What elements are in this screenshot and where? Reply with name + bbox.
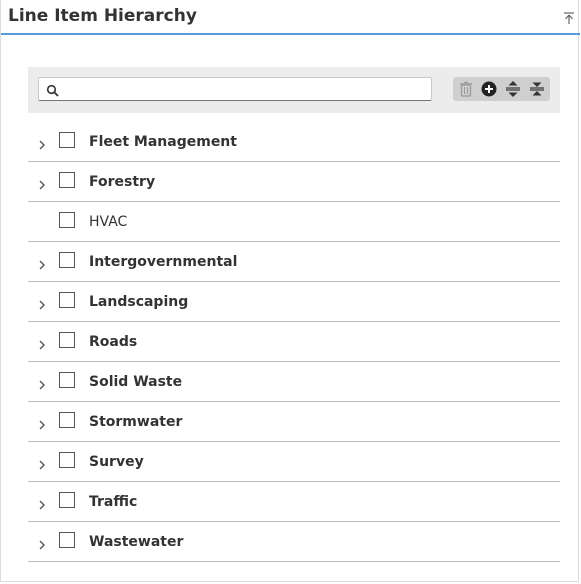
delete-button[interactable] [454, 77, 478, 101]
row-checkbox[interactable] [59, 532, 75, 548]
search-box [38, 77, 432, 101]
panel-header: Line Item Hierarchy [1, 0, 580, 35]
chevron-right-icon[interactable] [37, 176, 47, 190]
tree-row[interactable]: Wastewater [28, 522, 560, 562]
row-label: Stormwater [89, 414, 183, 430]
chevron-right-icon[interactable] [37, 296, 47, 310]
tree-row[interactable]: Forestry [28, 162, 560, 202]
row-checkbox[interactable] [59, 292, 75, 308]
row-label: Landscaping [89, 294, 189, 310]
chevron-right-icon[interactable] [37, 416, 47, 430]
add-button[interactable] [477, 77, 501, 101]
line-item-hierarchy-panel: Line Item Hierarchy Fleet Management For… [0, 0, 580, 582]
panel-title: Line Item Hierarchy [8, 6, 197, 26]
tool-buttons [453, 77, 550, 101]
row-checkbox[interactable] [59, 412, 75, 428]
trash-icon [460, 81, 472, 97]
collapse-all-button[interactable] [525, 77, 549, 101]
chevron-right-icon[interactable] [37, 496, 47, 510]
tree-row[interactable]: Landscaping [28, 282, 560, 322]
collapse-panel-icon[interactable] [563, 10, 575, 24]
chevron-right-icon[interactable] [37, 336, 47, 350]
row-label: Wastewater [89, 534, 184, 550]
chevron-right-icon[interactable] [37, 456, 47, 470]
chevron-right-icon[interactable] [37, 256, 47, 270]
row-label: Roads [89, 334, 138, 350]
chevron-right-icon[interactable] [37, 376, 47, 390]
row-label: Solid Waste [89, 374, 183, 390]
row-checkbox[interactable] [59, 172, 75, 188]
expand-all-button[interactable] [501, 77, 525, 101]
expand-all-icon [506, 81, 520, 97]
row-label: Intergovernmental [89, 254, 238, 270]
hierarchy-toolbar [28, 67, 560, 113]
row-checkbox[interactable] [59, 332, 75, 348]
row-checkbox[interactable] [59, 372, 75, 388]
collapse-all-icon [530, 82, 544, 96]
row-label: Traffic [89, 494, 138, 510]
tree-row[interactable]: Intergovernmental [28, 242, 560, 282]
row-checkbox[interactable] [59, 252, 75, 268]
tree-row[interactable]: Stormwater [28, 402, 560, 442]
search-input[interactable] [67, 80, 427, 100]
chevron-right-icon[interactable] [37, 536, 47, 550]
chevron-right-icon[interactable] [37, 136, 47, 150]
hierarchy-tree: Fleet Management Forestry HVAC Intergovernm… [28, 122, 560, 562]
row-checkbox[interactable] [59, 452, 75, 468]
tree-row[interactable]: HVAC [28, 202, 560, 242]
tree-row[interactable]: Solid Waste [28, 362, 560, 402]
tree-row[interactable]: Survey [28, 442, 560, 482]
row-checkbox[interactable] [59, 132, 75, 148]
tree-row[interactable]: Fleet Management [28, 122, 560, 162]
row-label: HVAC [89, 214, 128, 230]
search-icon [46, 83, 60, 97]
row-checkbox[interactable] [59, 492, 75, 508]
row-label: Fleet Management [89, 134, 237, 150]
row-label: Forestry [89, 174, 156, 190]
tree-row[interactable]: Traffic [28, 482, 560, 522]
row-label: Survey [89, 454, 144, 470]
plus-circle-icon [481, 81, 497, 97]
tree-row[interactable]: Roads [28, 322, 560, 362]
row-checkbox[interactable] [59, 212, 75, 228]
